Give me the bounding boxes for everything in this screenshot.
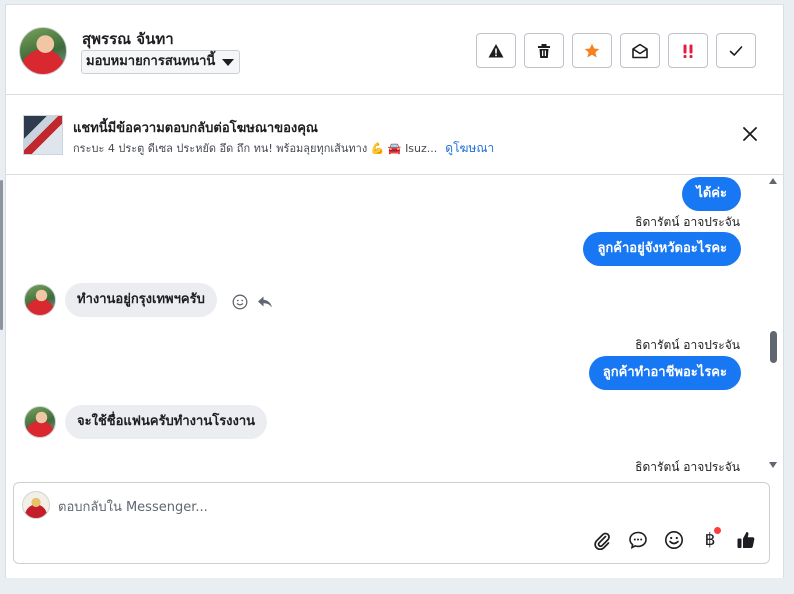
- smiley-icon: [665, 531, 683, 549]
- star-button[interactable]: [572, 33, 612, 68]
- contact-name[interactable]: สุพรรณ จันทา: [82, 27, 174, 51]
- message-bubble-outgoing[interactable]: ได้ค่ะ: [682, 177, 741, 211]
- sender-name: ธิดารัตน์ อาจประจัน: [635, 215, 740, 229]
- scroll-up-arrow[interactable]: [769, 178, 777, 184]
- message-bubble-outgoing[interactable]: ลูกค้าอยู่จังหวัดอะไรคะ: [583, 232, 741, 266]
- ad-banner-subtitle: กระบะ 4 ประตู ดีเซล ประหยัด อึด ถึก ทน! …: [73, 139, 494, 158]
- warning-icon: [488, 43, 504, 57]
- message-bubble-incoming[interactable]: ทำงานอยู่กรุงเทพฯครับ: [65, 283, 217, 317]
- attach-button[interactable]: [591, 529, 613, 551]
- envelope-open-icon: [632, 43, 648, 58]
- follow-up-button[interactable]: [668, 33, 708, 68]
- conversation-header: สุพรรณ จันทา มอบหมายการสนทนานี้: [6, 5, 783, 95]
- contact-avatar-small[interactable]: [24, 406, 56, 438]
- paperclip-icon: [594, 532, 610, 550]
- reply-icon[interactable]: [257, 294, 273, 310]
- check-icon: [729, 45, 743, 56]
- contact-avatar-small[interactable]: [24, 284, 56, 316]
- message-bubble-incoming[interactable]: จะใช้ชื่อแฟนครับทำงานโรงงาน: [65, 405, 268, 439]
- delete-button[interactable]: [524, 33, 564, 68]
- contact-avatar[interactable]: [19, 27, 67, 75]
- report-spam-button[interactable]: [476, 33, 516, 68]
- saved-replies-button[interactable]: [627, 529, 649, 551]
- scrollbar-thumb[interactable]: [770, 331, 777, 363]
- emoji-button[interactable]: [663, 529, 685, 551]
- payment-button[interactable]: ฿: [699, 527, 721, 551]
- right-divider: [783, 4, 784, 578]
- ad-banner-title: แชทนี้มีข้อความตอบกลับต่อโฆษณาของคุณ: [73, 121, 318, 136]
- trash-icon: [538, 43, 550, 58]
- page-avatar: [22, 491, 50, 519]
- double-exclamation-icon: [683, 44, 693, 58]
- notification-dot: [714, 527, 721, 534]
- sender-name: ธิดารัตน์ อาจประจัน: [635, 460, 740, 474]
- header-actions: [476, 33, 756, 68]
- reply-input[interactable]: [58, 497, 658, 517]
- ad-reference-banner: แชทนี้มีข้อความตอบกลับต่อโฆษณาของคุณ กระ…: [6, 95, 783, 175]
- assign-label: มอบหมายการสนทนานี้: [86, 54, 216, 69]
- baht-icon: ฿: [704, 530, 716, 550]
- sender-name: ธิดารัตน์ อาจประจัน: [635, 338, 740, 352]
- close-icon[interactable]: [741, 125, 759, 143]
- message-thread[interactable]: ได้ค่ะ ธิดารัตน์ อาจประจัน ลูกค้าอยู่จัง…: [6, 176, 783, 476]
- like-button[interactable]: [735, 529, 757, 551]
- ad-thumbnail[interactable]: [23, 115, 63, 155]
- composer-tools: ฿: [591, 527, 757, 551]
- assign-conversation-dropdown[interactable]: มอบหมายการสนทนานี้: [81, 50, 241, 74]
- mark-done-button[interactable]: [716, 33, 756, 68]
- react-emoji-icon[interactable]: [232, 294, 248, 310]
- left-resize-handle[interactable]: [0, 180, 3, 330]
- ad-description: กระบะ 4 ประตู ดีเซล ประหยัด อึด ถึก ทน! …: [73, 142, 438, 155]
- scroll-down-arrow[interactable]: [769, 462, 777, 468]
- star-icon: [584, 43, 600, 57]
- message-composer: ฿: [13, 482, 770, 564]
- chat-bubble-icon: [629, 531, 647, 549]
- thumbs-up-icon: [737, 532, 755, 548]
- message-bubble-outgoing[interactable]: ลูกค้าทำอาชีพอะไรคะ: [588, 356, 741, 390]
- mark-unread-button[interactable]: [620, 33, 660, 68]
- view-ad-link[interactable]: ดูโฆษณา: [445, 141, 494, 155]
- caret-down-icon: [222, 59, 235, 66]
